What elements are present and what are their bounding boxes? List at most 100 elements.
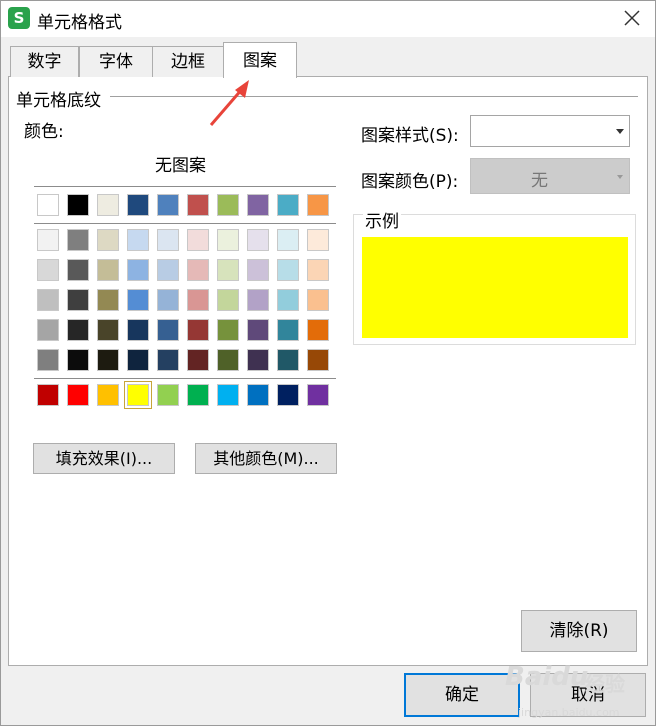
color-swatch[interactable]	[97, 289, 119, 311]
color-swatch[interactable]	[217, 259, 239, 281]
color-swatch[interactable]	[67, 229, 89, 251]
color-swatch[interactable]	[37, 289, 59, 311]
dialog-title: 单元格格式	[37, 13, 122, 33]
color-swatch[interactable]	[37, 194, 59, 216]
color-swatch[interactable]	[97, 319, 119, 341]
color-swatch[interactable]	[127, 349, 149, 371]
color-swatch[interactable]	[157, 349, 179, 371]
color-swatch[interactable]	[307, 194, 329, 216]
ok-button[interactable]: 确定	[404, 673, 520, 717]
color-swatch[interactable]	[67, 384, 89, 406]
shading-group-label: 单元格底纹	[16, 91, 101, 111]
color-swatch[interactable]	[97, 229, 119, 251]
color-swatch[interactable]	[127, 194, 149, 216]
sample-label: 示例	[363, 207, 401, 232]
color-swatch[interactable]	[247, 194, 269, 216]
pattern-style-label: 图案样式(S):	[361, 126, 459, 146]
color-swatch[interactable]	[307, 229, 329, 251]
pattern-color-label: 图案颜色(P):	[361, 172, 459, 192]
color-swatch[interactable]	[217, 349, 239, 371]
color-swatch[interactable]	[67, 289, 89, 311]
color-swatch[interactable]	[157, 194, 179, 216]
color-swatch[interactable]	[217, 289, 239, 311]
color-swatch[interactable]	[37, 384, 59, 406]
more-colors-button[interactable]: 其他颜色(M)...	[195, 443, 337, 474]
color-swatch[interactable]	[187, 319, 209, 341]
pattern-style-dropdown-button[interactable]	[611, 117, 629, 145]
tab-number[interactable]: 数字	[10, 46, 79, 77]
color-swatch[interactable]	[307, 259, 329, 281]
color-swatch[interactable]	[67, 319, 89, 341]
no-pattern-option[interactable]: 无图案	[155, 151, 206, 176]
annotation-arrow-icon	[209, 80, 249, 126]
color-swatch[interactable]	[187, 229, 209, 251]
color-swatch[interactable]	[157, 229, 179, 251]
color-swatch[interactable]	[307, 349, 329, 371]
color-swatch[interactable]	[97, 194, 119, 216]
pattern-color-dropdown: 无	[470, 158, 630, 194]
color-swatch[interactable]	[67, 259, 89, 281]
watermark-url: jingyan.baidu.com	[518, 706, 620, 719]
color-swatch[interactable]	[247, 229, 269, 251]
color-swatch[interactable]	[307, 289, 329, 311]
color-swatch[interactable]	[247, 384, 269, 406]
color-swatch[interactable]	[247, 259, 269, 281]
color-swatch[interactable]	[217, 194, 239, 216]
color-swatch[interactable]	[277, 349, 299, 371]
color-swatch[interactable]	[187, 289, 209, 311]
color-swatch[interactable]	[277, 289, 299, 311]
color-swatch[interactable]	[247, 319, 269, 341]
watermark-sub: 经验	[585, 672, 625, 696]
group-divider	[110, 96, 638, 97]
palette-theme-divider	[34, 223, 336, 224]
wps-app-icon: S	[8, 7, 30, 29]
fill-effects-button[interactable]: 填充效果(I)...	[33, 443, 175, 474]
color-swatch[interactable]	[67, 349, 89, 371]
color-swatch[interactable]	[97, 384, 119, 406]
color-label: 颜色:	[24, 122, 64, 142]
color-swatch[interactable]	[157, 384, 179, 406]
color-swatch[interactable]	[217, 319, 239, 341]
pattern-style-dropdown[interactable]	[470, 115, 630, 147]
color-swatch[interactable]	[277, 384, 299, 406]
color-swatch[interactable]	[67, 194, 89, 216]
palette-top-divider	[34, 186, 336, 187]
color-swatch[interactable]	[277, 319, 299, 341]
color-swatch[interactable]	[217, 384, 239, 406]
chevron-down-icon	[617, 175, 623, 179]
color-swatch[interactable]	[277, 229, 299, 251]
close-icon[interactable]	[621, 7, 643, 29]
color-swatch[interactable]	[157, 289, 179, 311]
color-swatch[interactable]	[157, 319, 179, 341]
color-swatch[interactable]	[247, 289, 269, 311]
color-swatch[interactable]	[247, 349, 269, 371]
color-swatch[interactable]	[157, 259, 179, 281]
color-swatch[interactable]	[127, 229, 149, 251]
sample-preview	[362, 237, 628, 338]
chevron-down-icon	[616, 129, 624, 134]
color-swatch[interactable]	[277, 259, 299, 281]
color-swatch[interactable]	[127, 259, 149, 281]
color-swatch[interactable]	[97, 259, 119, 281]
color-swatch[interactable]	[37, 259, 59, 281]
color-swatch[interactable]	[307, 319, 329, 341]
tab-pattern[interactable]: 图案	[223, 42, 297, 78]
color-swatch[interactable]	[127, 289, 149, 311]
tab-font[interactable]: 字体	[79, 46, 153, 77]
color-swatch[interactable]	[307, 384, 329, 406]
color-swatch[interactable]	[187, 349, 209, 371]
title-bar[interactable]: S 单元格格式	[1, 1, 655, 37]
color-swatch[interactable]	[97, 349, 119, 371]
tab-border[interactable]: 边框	[152, 46, 224, 77]
color-swatch[interactable]	[187, 194, 209, 216]
color-swatch[interactable]	[124, 381, 152, 409]
clear-button[interactable]: 清除(R)	[521, 610, 637, 652]
color-swatch[interactable]	[187, 384, 209, 406]
color-swatch[interactable]	[37, 349, 59, 371]
color-swatch[interactable]	[37, 229, 59, 251]
color-swatch[interactable]	[277, 194, 299, 216]
color-swatch[interactable]	[37, 319, 59, 341]
color-swatch[interactable]	[127, 319, 149, 341]
color-swatch[interactable]	[217, 229, 239, 251]
color-swatch[interactable]	[187, 259, 209, 281]
